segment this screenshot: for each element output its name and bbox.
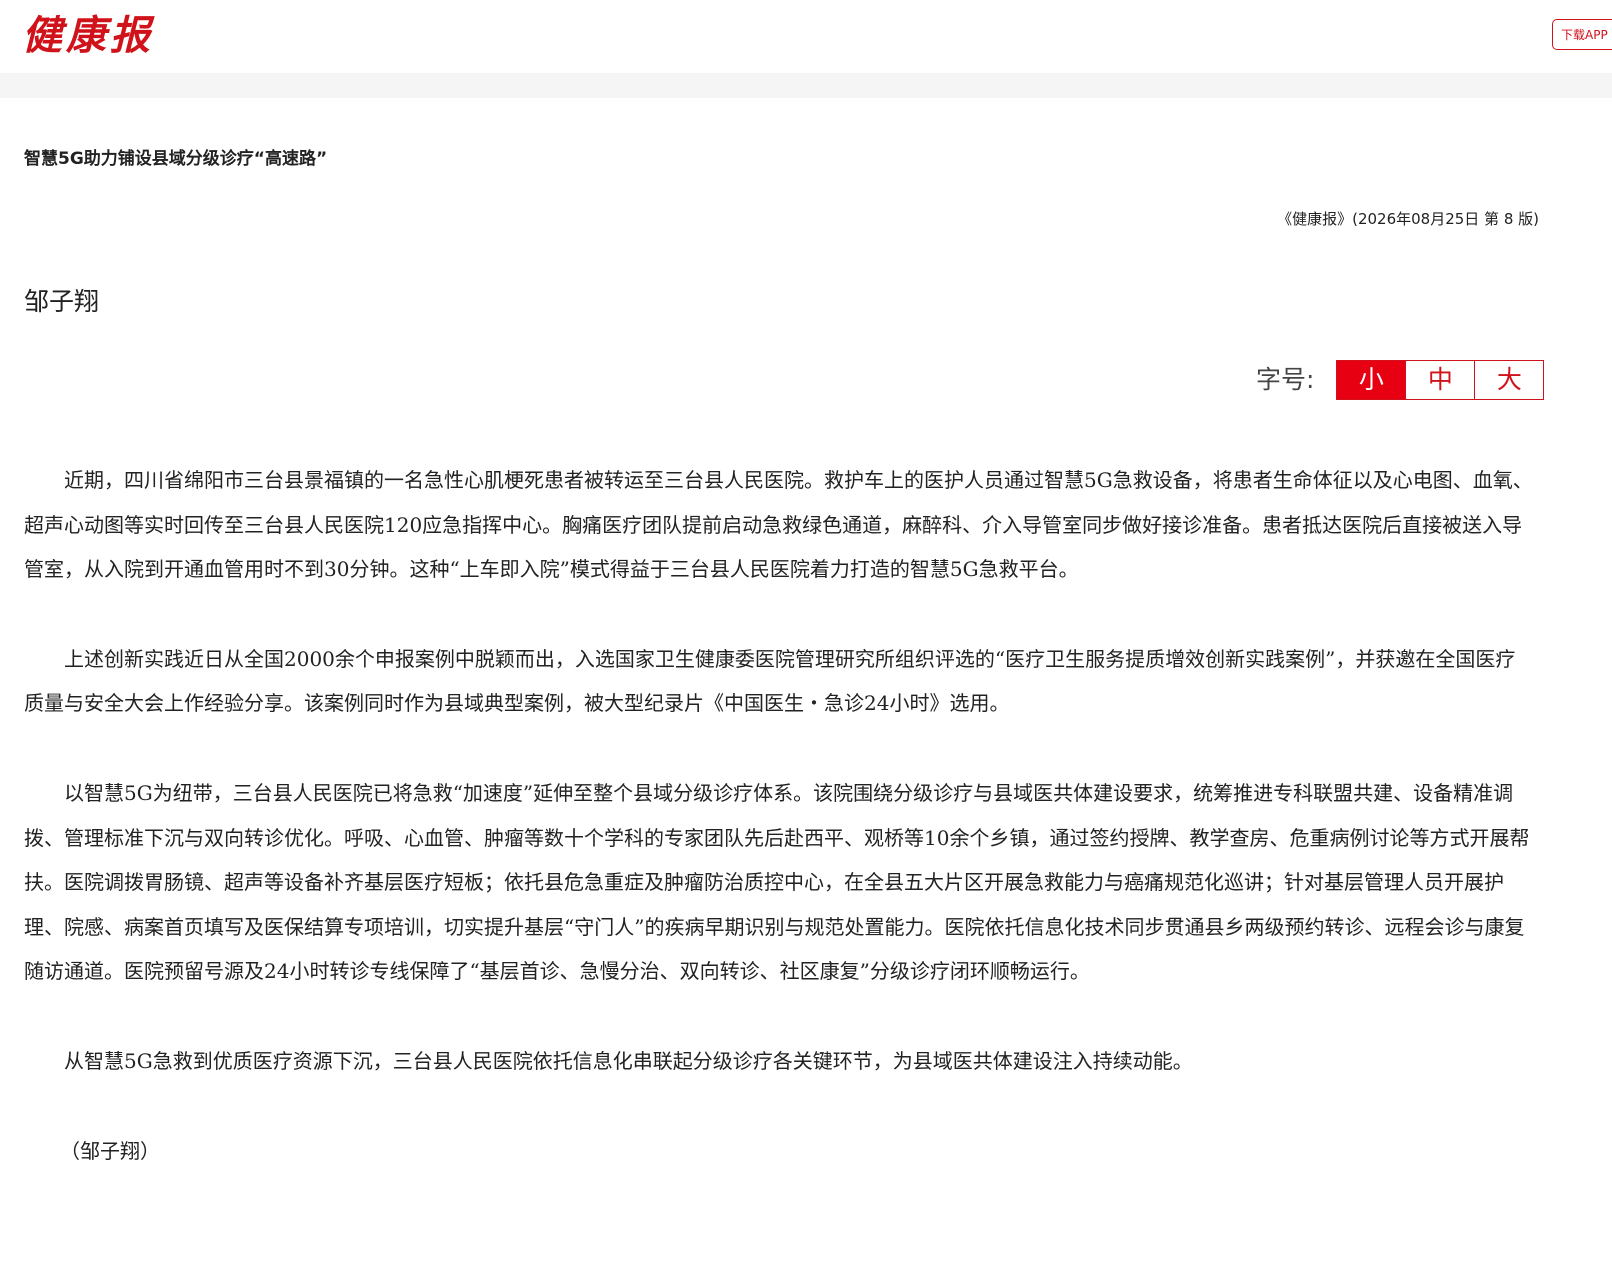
article-source: 《健康报》(2026年08月25日 第 8 版): [1277, 210, 1539, 228]
article-signature: （邹子翔）: [60, 1138, 160, 1163]
article-paragraph: 以智慧5G为纽带，三台县人民医院已将急救“加速度”延伸至整个县域分级诊疗体系。该…: [24, 780, 1530, 984]
article-title: 智慧5G助力铺设县域分级诊疗“高速路”: [24, 149, 328, 169]
article-paragraph: 上述创新实践近日从全国2000余个申报案例中脱颖而出，入选国家卫生健康委医院管理…: [24, 646, 1516, 716]
font-size-control: 字号: 小 中 大: [1256, 360, 1545, 400]
header-divider-band: [0, 73, 1612, 98]
font-size-label: 字号:: [1256, 365, 1315, 394]
site-logo[interactable]: 健康报: [22, 10, 154, 62]
article-paragraph: 近期，四川省绵阳市三台县景福镇的一名急性心肌梗死患者被转运至三台县人民医院。救护…: [24, 468, 1533, 582]
site-header: 健康报 下载APP: [0, 0, 1612, 73]
article-paragraph: 从智慧5G急救到优质医疗资源下沉，三台县人民医院依托信息化串联起分级诊疗各关键环…: [64, 1048, 1193, 1073]
article-author: 邹子翔: [24, 287, 100, 316]
font-size-large-button[interactable]: 大: [1475, 360, 1545, 400]
font-size-medium-button[interactable]: 中: [1406, 360, 1476, 400]
font-size-small-button[interactable]: 小: [1336, 360, 1407, 400]
article-body: 近期，四川省绵阳市三台县景福镇的一名急性心肌梗死患者被转运至三台县人民医院。救护…: [24, 458, 1534, 1173]
download-app-button[interactable]: 下载APP: [1552, 19, 1612, 50]
